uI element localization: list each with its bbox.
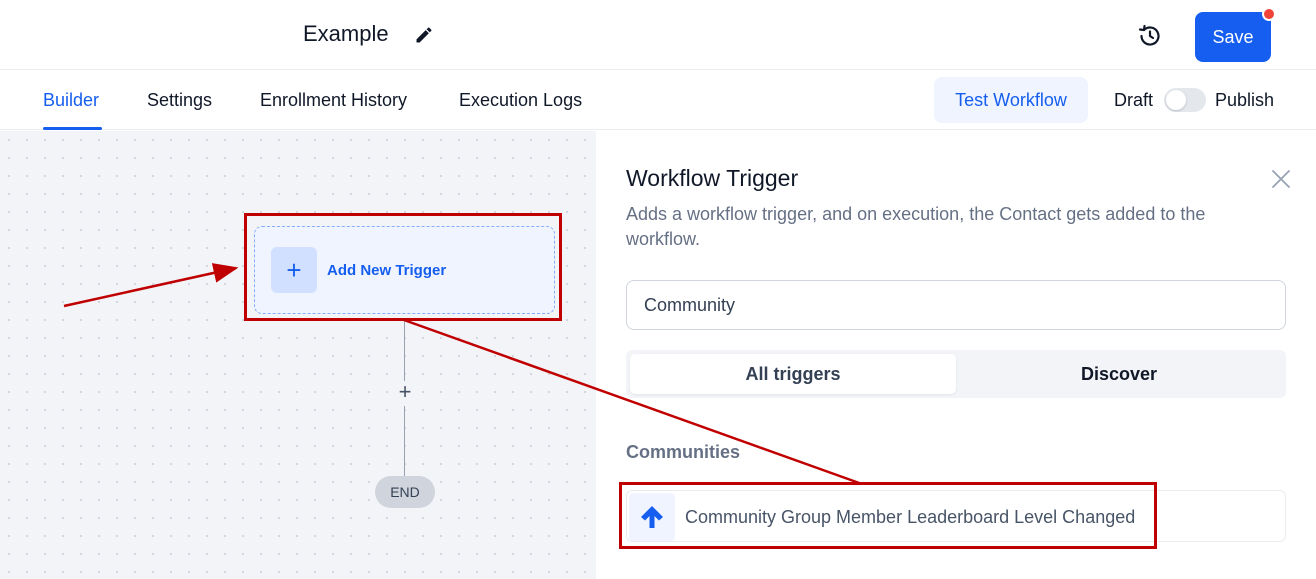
publish-toggle[interactable] bbox=[1164, 88, 1206, 112]
toggle-knob bbox=[1166, 90, 1186, 110]
section-heading-communities: Communities bbox=[626, 442, 741, 462]
end-node: END bbox=[375, 476, 435, 508]
publish-label: Publish bbox=[1215, 90, 1275, 110]
tab-enrollment-history[interactable]: Enrollment History bbox=[260, 90, 407, 111]
annotation-box-trigger bbox=[244, 213, 562, 321]
workflow-canvas[interactable] bbox=[0, 131, 596, 579]
save-notification-dot bbox=[1262, 7, 1276, 21]
trigger-filter-tabs: All triggers Discover bbox=[626, 350, 1286, 398]
panel-title: Workflow Trigger bbox=[626, 165, 799, 191]
draft-label: Draft bbox=[1114, 90, 1154, 110]
panel-description: Adds a workflow trigger, and on executio… bbox=[626, 204, 1206, 249]
tab-bar: Builder Settings Enrollment History Exec… bbox=[0, 70, 1316, 130]
test-workflow-button[interactable]: Test Workflow bbox=[934, 77, 1088, 123]
workflow-builder-screen: Example Save Builder Settings Enrollment… bbox=[0, 0, 1316, 579]
trigger-search-input[interactable] bbox=[626, 280, 1286, 330]
top-bar: Example Save bbox=[0, 0, 1316, 70]
segment-discover[interactable]: Discover bbox=[956, 354, 1282, 394]
connector-line-top bbox=[404, 321, 405, 381]
annotation-box-trigger-option bbox=[619, 482, 1157, 549]
history-clock-icon[interactable] bbox=[1137, 23, 1163, 49]
workflow-title: Example bbox=[303, 21, 389, 46]
tab-builder[interactable]: Builder bbox=[43, 90, 99, 111]
tab-execution-logs[interactable]: Execution Logs bbox=[459, 90, 582, 111]
pencil-edit-icon[interactable] bbox=[414, 25, 434, 45]
segment-all-triggers[interactable]: All triggers bbox=[630, 354, 956, 394]
close-icon[interactable] bbox=[1270, 168, 1292, 190]
add-step-button[interactable]: + bbox=[395, 380, 415, 404]
save-button[interactable]: Save bbox=[1195, 12, 1271, 62]
active-tab-indicator bbox=[43, 127, 102, 130]
tab-settings[interactable]: Settings bbox=[147, 90, 212, 111]
connector-line-bottom bbox=[404, 406, 405, 476]
